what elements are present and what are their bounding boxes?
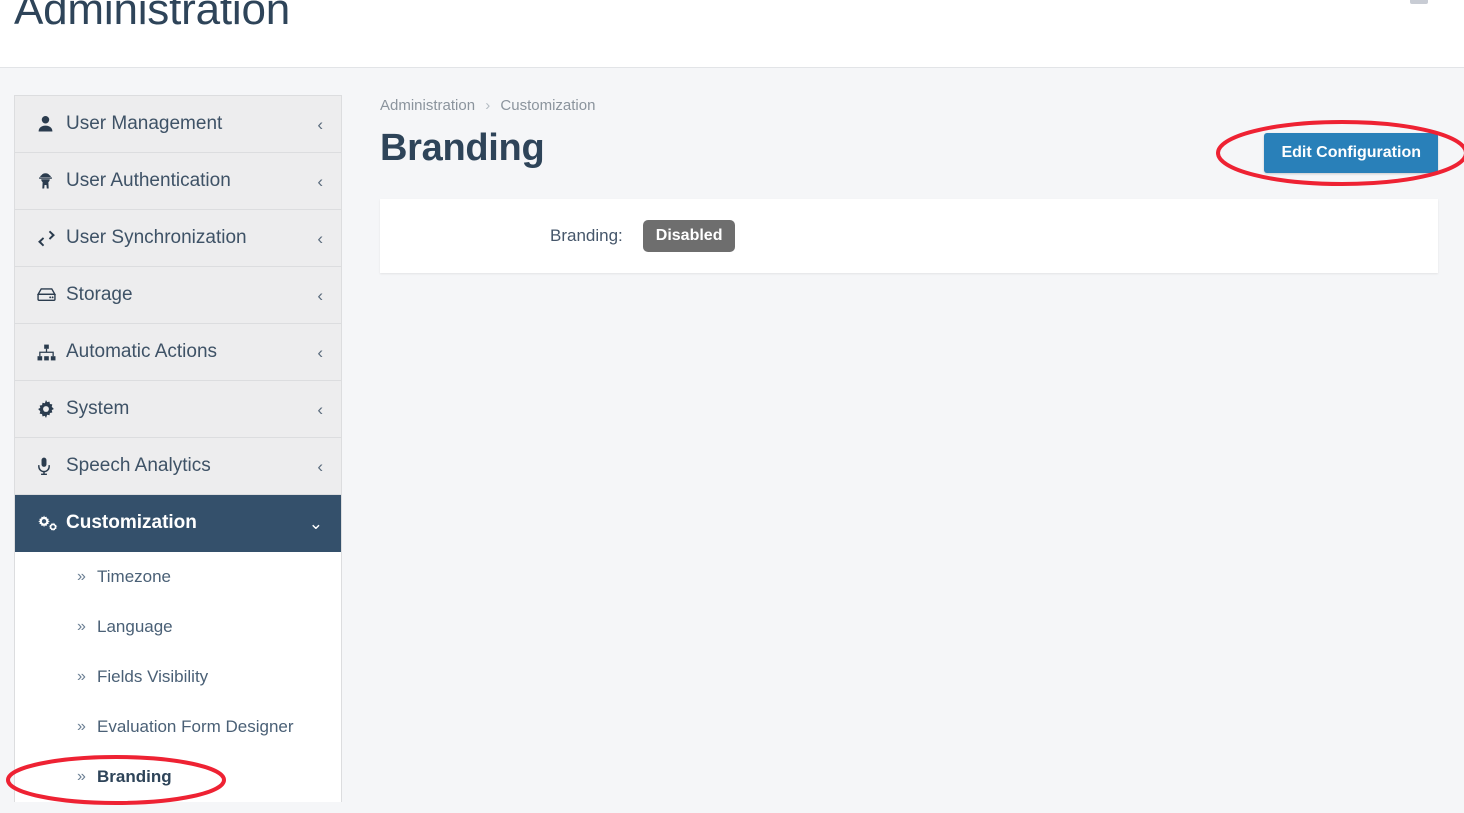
double-chevron-right-icon: » [77,668,86,685]
edit-configuration-button[interactable]: Edit Configuration [1264,133,1438,173]
breadcrumb-root[interactable]: Administration [380,97,475,114]
sidebar-subitem-fields-visibility[interactable]: » Fields Visibility [15,652,341,702]
status-badge: Disabled [642,220,736,252]
sidebar-subitem-branding[interactable]: » Branding [15,752,341,802]
sidebar-item-user-authentication[interactable]: User Authentication ‹ [15,153,341,210]
branding-status-row: Branding: Disabled [380,199,1438,273]
sidebar-item-label: Customization [66,512,197,533]
sidebar-item-label: Automatic Actions [66,341,218,362]
chevron-left-icon[interactable]: ‹ [317,173,323,190]
sidebar-item-speech-analytics[interactable]: Speech Analytics ‹ [15,438,341,495]
chevron-left-icon[interactable]: ‹ [317,287,323,304]
breadcrumb-separator-icon: › [485,97,491,114]
chevron-left-icon[interactable]: ‹ [317,116,323,133]
breadcrumb-current[interactable]: Customization [500,97,595,114]
sidebar-item-label: User Synchronization [66,227,247,248]
double-chevron-right-icon: » [77,618,86,635]
sidebar-item-automatic-actions[interactable]: Automatic Actions ‹ [15,324,341,381]
sidebar-subitem-evaluation-form-designer[interactable]: » Evaluation Form Designer [15,702,341,752]
sidebar-item-system[interactable]: System ‹ [15,381,341,438]
sidebar-item-storage[interactable]: Storage ‹ [15,267,341,324]
sidebar-subitem-label: Branding [97,767,172,786]
exchange-icon [37,229,61,247]
double-chevron-right-icon: » [77,718,86,735]
cogs-icon [37,514,61,532]
page-title: Administration [14,0,290,34]
branding-status-card: Branding: Disabled [380,199,1438,273]
chevron-left-icon[interactable]: ‹ [317,458,323,475]
sidebar-item-customization[interactable]: Customization ⌄ [15,495,341,552]
page-header: Administration [0,0,1464,68]
double-chevron-right-icon: » [77,768,86,785]
user-secret-icon [37,172,61,190]
branding-field-label: Branding: [550,226,623,245]
sidebar-subitem-label: Timezone [97,567,172,586]
chevron-left-icon[interactable]: ‹ [317,344,323,361]
user-icon [37,115,61,133]
chevron-down-icon[interactable]: ⌄ [309,515,323,532]
sidebar-nav: User Management ‹ User Authentication ‹ … [14,95,342,802]
main-content: Administration › Customization Branding … [380,95,1438,273]
breadcrumb: Administration › Customization [380,95,1438,117]
sidebar-item-label: User Authentication [66,170,231,191]
sidebar-item-label: Speech Analytics [66,455,211,476]
chevron-left-icon[interactable]: ‹ [317,401,323,418]
collapsed-widget-nub-icon[interactable] [1410,0,1428,4]
microphone-icon [37,457,61,475]
hard-drive-icon [37,287,61,303]
sidebar-subitem-timezone[interactable]: » Timezone [15,552,341,602]
sidebar-subitem-label: Evaluation Form Designer [97,717,294,736]
sidebar-subitem-label: Fields Visibility [97,667,209,686]
customization-submenu: » Timezone » Language » Fields Visibilit… [15,552,341,802]
sidebar-item-user-synchronization[interactable]: User Synchronization ‹ [15,210,341,267]
chevron-left-icon[interactable]: ‹ [317,230,323,247]
sidebar-item-label: System [66,398,130,419]
gear-icon [37,400,61,418]
sidebar-subitem-label: Language [97,617,173,636]
sidebar-item-label: User Management [66,113,223,134]
double-chevron-right-icon: » [77,568,86,585]
sidebar-item-label: Storage [66,284,133,305]
sidebar-subitem-language[interactable]: » Language [15,602,341,652]
sitemap-icon [37,344,61,361]
sidebar-item-user-management[interactable]: User Management ‹ [15,96,341,153]
